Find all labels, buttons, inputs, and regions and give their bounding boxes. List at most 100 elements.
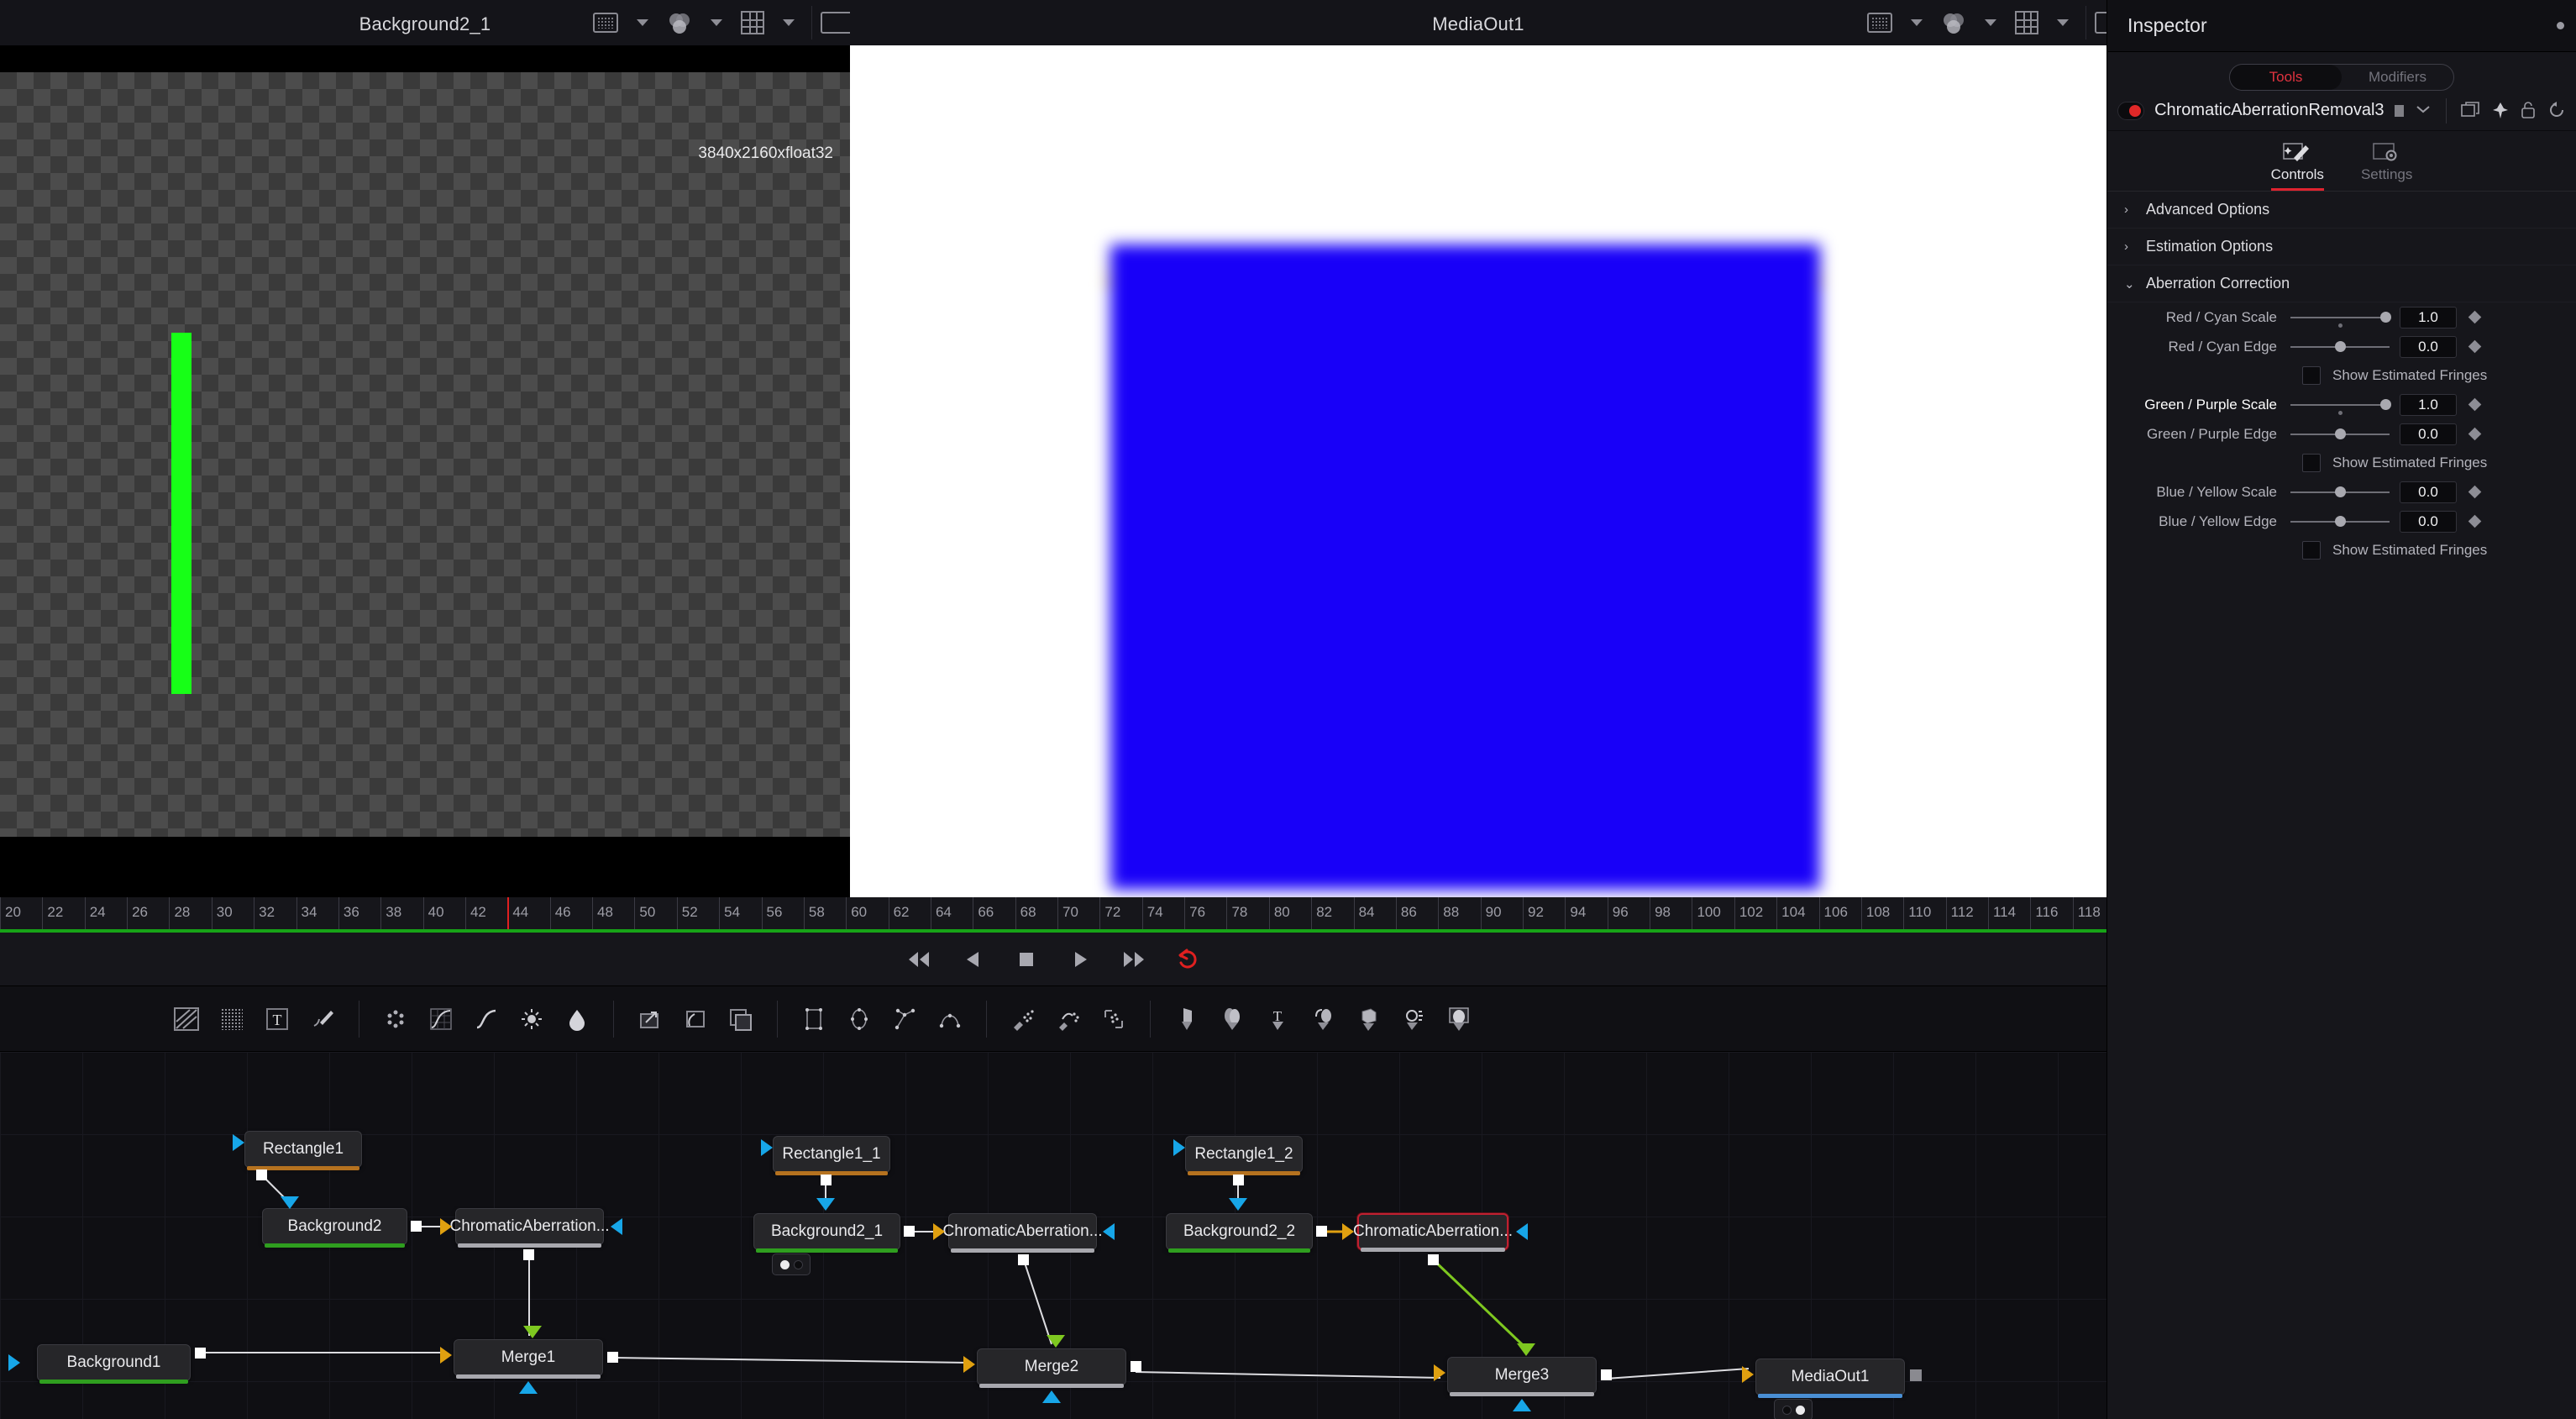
checkbox-box[interactable]: [2302, 541, 2321, 560]
node-input-arrow[interactable]: [233, 1134, 244, 1151]
viewer-dot[interactable]: [1781, 1405, 1792, 1415]
skip-to-start-button[interactable]: [903, 945, 935, 974]
node-input-arrow[interactable]: [1342, 1223, 1354, 1240]
checkbox-show-estimated-fringes-red-cyan[interactable]: Show Estimated Fringes: [2107, 361, 2576, 390]
resize-tool-icon[interactable]: [673, 996, 718, 1042]
section-aberration-correction[interactable]: ⌄ Aberration Correction: [2107, 265, 2576, 302]
node-input-arrow[interactable]: [933, 1223, 945, 1240]
blur-tool-icon[interactable]: [373, 996, 418, 1042]
section-estimation-options[interactable]: › Estimation Options: [2107, 229, 2576, 265]
play-button[interactable]: [1064, 945, 1096, 974]
node-input-arrow[interactable]: [523, 1326, 542, 1338]
node-output-port[interactable]: [904, 1226, 915, 1237]
node-input-arrow[interactable]: [440, 1347, 452, 1364]
viewer-assignment-badge[interactable]: [772, 1253, 811, 1275]
playhead[interactable]: [507, 897, 510, 929]
node-output-port[interactable]: [1131, 1361, 1141, 1372]
viewer-dot[interactable]: [779, 1259, 790, 1269]
shape-3d-icon[interactable]: [1209, 996, 1255, 1042]
node-input-arrow[interactable]: [8, 1354, 20, 1371]
loop-button[interactable]: [1172, 945, 1204, 974]
node-input-arrow[interactable]: [1513, 1399, 1531, 1411]
bspline-mask-icon[interactable]: [927, 996, 973, 1042]
paint-tool-icon[interactable]: [300, 996, 345, 1042]
blue-yellow-edge-slider[interactable]: [2290, 514, 2390, 529]
tab-tools[interactable]: Tools: [2230, 65, 2342, 90]
grid-icon[interactable]: [736, 0, 769, 45]
slider-knob[interactable]: [2380, 399, 2392, 410]
chevron-down-icon[interactable]: [697, 0, 736, 45]
chevron-down-icon[interactable]: [1971, 0, 2010, 45]
node-output-port[interactable]: [195, 1348, 206, 1359]
node-input-arrow[interactable]: [1042, 1390, 1061, 1403]
node-background2[interactable]: Background2: [262, 1208, 407, 1248]
brightnesscontrast-tool-icon[interactable]: [509, 996, 554, 1042]
node-chromatic2[interactable]: ChromaticAberration...: [942, 1213, 1103, 1253]
background-tool-icon[interactable]: [164, 996, 209, 1042]
node-output-port[interactable]: [1233, 1175, 1244, 1185]
viewer-lut-icon[interactable]: [1862, 0, 1897, 45]
channelboolean-tool-icon[interactable]: [554, 996, 600, 1042]
keyframe-diamond-icon[interactable]: [2468, 514, 2482, 528]
merge-3d-icon[interactable]: [1300, 996, 1346, 1042]
node-input-arrow[interactable]: [440, 1218, 452, 1235]
slider-knob[interactable]: [2335, 516, 2346, 527]
node-background2_2[interactable]: Background2_2: [1166, 1213, 1313, 1253]
particle-directional-force-icon[interactable]: [1046, 996, 1091, 1042]
red-cyan-scale-value-field[interactable]: 1.0: [2400, 306, 2457, 328]
chevron-down-icon[interactable]: [1897, 0, 1936, 45]
slider-knob[interactable]: [2335, 486, 2346, 497]
camera-3d-icon[interactable]: [1346, 996, 1391, 1042]
copy-icon[interactable]: [2461, 101, 2481, 121]
node-output-port[interactable]: [1428, 1254, 1439, 1265]
red-cyan-scale-slider[interactable]: [2290, 310, 2392, 328]
polygon-mask-icon[interactable]: [882, 996, 927, 1042]
keyframe-diamond-icon[interactable]: [2468, 310, 2482, 324]
node-chromatic1[interactable]: ChromaticAberration...: [449, 1208, 610, 1248]
rectangle-mask-icon[interactable]: [791, 996, 837, 1042]
node-rectangle1_2[interactable]: Rectangle1_2: [1185, 1136, 1303, 1175]
image-plane-3d-icon[interactable]: [1164, 996, 1209, 1042]
node-merge2[interactable]: Merge2: [977, 1348, 1126, 1388]
node-rectangle1_1[interactable]: Rectangle1_1: [773, 1136, 890, 1175]
particle-render-icon[interactable]: [1091, 996, 1136, 1042]
node-output-port[interactable]: [1910, 1369, 1922, 1381]
inspector-menu-icon[interactable]: [2557, 22, 2564, 29]
node-input-arrow[interactable]: [611, 1218, 622, 1235]
green-purple-edge-value-field[interactable]: 0.0: [2400, 423, 2457, 445]
node-merge1[interactable]: Merge1: [454, 1339, 603, 1379]
green-purple-scale-slider[interactable]: [2290, 397, 2392, 415]
node-input-arrow[interactable]: [519, 1381, 538, 1394]
keyframe-diamond-icon[interactable]: [2468, 485, 2482, 499]
viewer-assignment-badge[interactable]: [1774, 1399, 1813, 1419]
checkbox-show-estimated-fringes-green-purple[interactable]: Show Estimated Fringes: [2107, 449, 2576, 477]
node-output-port[interactable]: [607, 1352, 618, 1363]
node-input-arrow[interactable]: [1047, 1335, 1065, 1348]
color-channels-icon[interactable]: [662, 0, 697, 45]
checkbox-box[interactable]: [2302, 366, 2321, 385]
node-chromatic3[interactable]: ChromaticAberration...: [1353, 1213, 1513, 1252]
tab-modifiers[interactable]: Modifiers: [2342, 65, 2453, 90]
text-3d-icon[interactable]: T: [1255, 996, 1300, 1042]
text-tool-icon[interactable]: T: [254, 996, 300, 1042]
chevron-down-icon[interactable]: [2416, 103, 2431, 118]
chevron-down-icon[interactable]: [769, 0, 808, 45]
node-input-arrow[interactable]: [1173, 1139, 1185, 1156]
fastnoise-tool-icon[interactable]: [209, 996, 254, 1042]
node-merge3[interactable]: Merge3: [1447, 1357, 1597, 1396]
node-output-port[interactable]: [1018, 1254, 1029, 1265]
chevron-down-icon[interactable]: [623, 0, 662, 45]
node-editor[interactable]: Rectangle1 Background2 ChromaticAberration…: [0, 1052, 2106, 1419]
blue-yellow-scale-value-field[interactable]: 0.0: [2400, 481, 2457, 503]
node-input-arrow[interactable]: [1103, 1223, 1115, 1240]
viewer-lut-icon[interactable]: [588, 0, 623, 45]
stop-button[interactable]: [1010, 945, 1042, 974]
lock-icon[interactable]: [2520, 101, 2537, 121]
viewer-dot[interactable]: [1795, 1405, 1805, 1415]
node-mediaout1[interactable]: MediaOut1: [1755, 1359, 1905, 1398]
keyframe-diamond-icon[interactable]: [2468, 339, 2482, 354]
grid-icon[interactable]: [2010, 0, 2043, 45]
green-purple-scale-value-field[interactable]: 1.0: [2400, 393, 2457, 416]
viewer-dot[interactable]: [793, 1259, 803, 1269]
node-input-arrow[interactable]: [1517, 1343, 1535, 1356]
